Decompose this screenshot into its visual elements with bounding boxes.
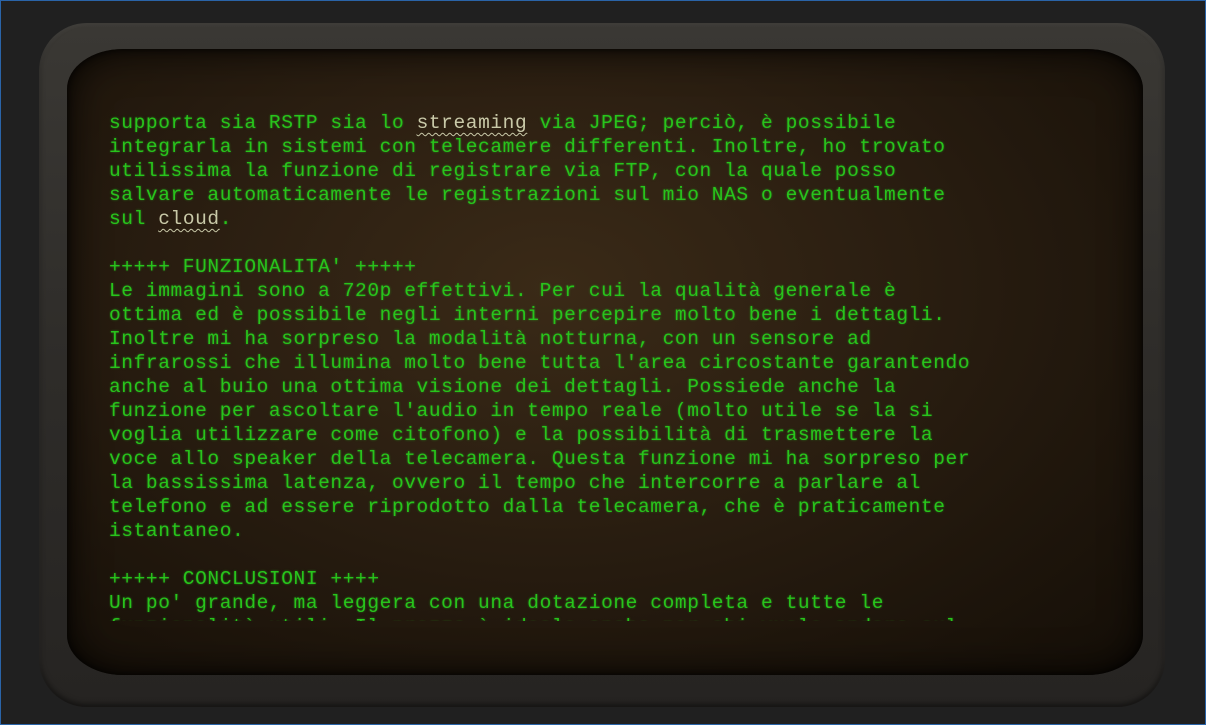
terminal-line: integrarla in sistemi con telecamere dif… [109, 136, 946, 158]
terminal-line: funzionalità utili. Il prezzo è ideale a… [109, 615, 1119, 621]
terminal-line: ottima ed è possibile negli interni perc… [109, 304, 946, 326]
terminal-line: anche al buio una ottima visione dei det… [109, 376, 897, 398]
terminal-line: salvare automaticamente le registrazioni… [109, 184, 946, 206]
terminal-line: Le immagini sono a 720p effettivi. Per c… [109, 280, 897, 302]
terminal-line-text: sul [109, 208, 159, 230]
misspelled-word[interactable]: streaming [417, 112, 528, 134]
terminal-line: telefono e ad essere riprodotto dalla te… [109, 496, 946, 518]
terminal-line: supporta sia RSTP sia lo streaming via J… [109, 111, 1119, 135]
terminal-line: voce allo speaker della telecamera. Ques… [109, 448, 971, 470]
terminal-line: la bassissima latenza, ovvero il tempo c… [109, 472, 921, 494]
terminal-line-text: via JPEG; perciò, è possibile [527, 112, 897, 134]
terminal-line: Un po' grande, ma leggera con una dotazi… [109, 592, 885, 614]
terminal-line: Inoltre mi ha sorpreso la modalità nottu… [109, 328, 872, 350]
terminal-line: voglia utilizzare come citofono) e la po… [109, 424, 934, 446]
terminal-line: infrarossi che illumina molto bene tutta… [109, 352, 971, 374]
terminal-line-text: supporta sia RSTP sia lo [109, 112, 417, 134]
terminal-line: funzione per ascoltare l'audio in tempo … [109, 400, 934, 422]
app-window: supporta sia RSTP sia lo streaming via J… [0, 0, 1206, 725]
crt-screen: supporta sia RSTP sia lo streaming via J… [67, 49, 1143, 675]
terminal-line-text: . [219, 208, 233, 230]
terminal-line: +++++ CONCLUSIONI ++++ [109, 568, 380, 590]
misspelled-word[interactable]: cloud [158, 208, 220, 230]
terminal-line: istantaneo. [109, 520, 245, 542]
terminal-line: sul cloud. [109, 207, 1119, 231]
terminal-line: utilissima la funzione di registrare via… [109, 160, 897, 182]
terminal-text-area[interactable]: supporta sia RSTP sia lo streaming via J… [109, 111, 1119, 621]
terminal-line: +++++ FUNZIONALITA' +++++ [109, 256, 417, 278]
